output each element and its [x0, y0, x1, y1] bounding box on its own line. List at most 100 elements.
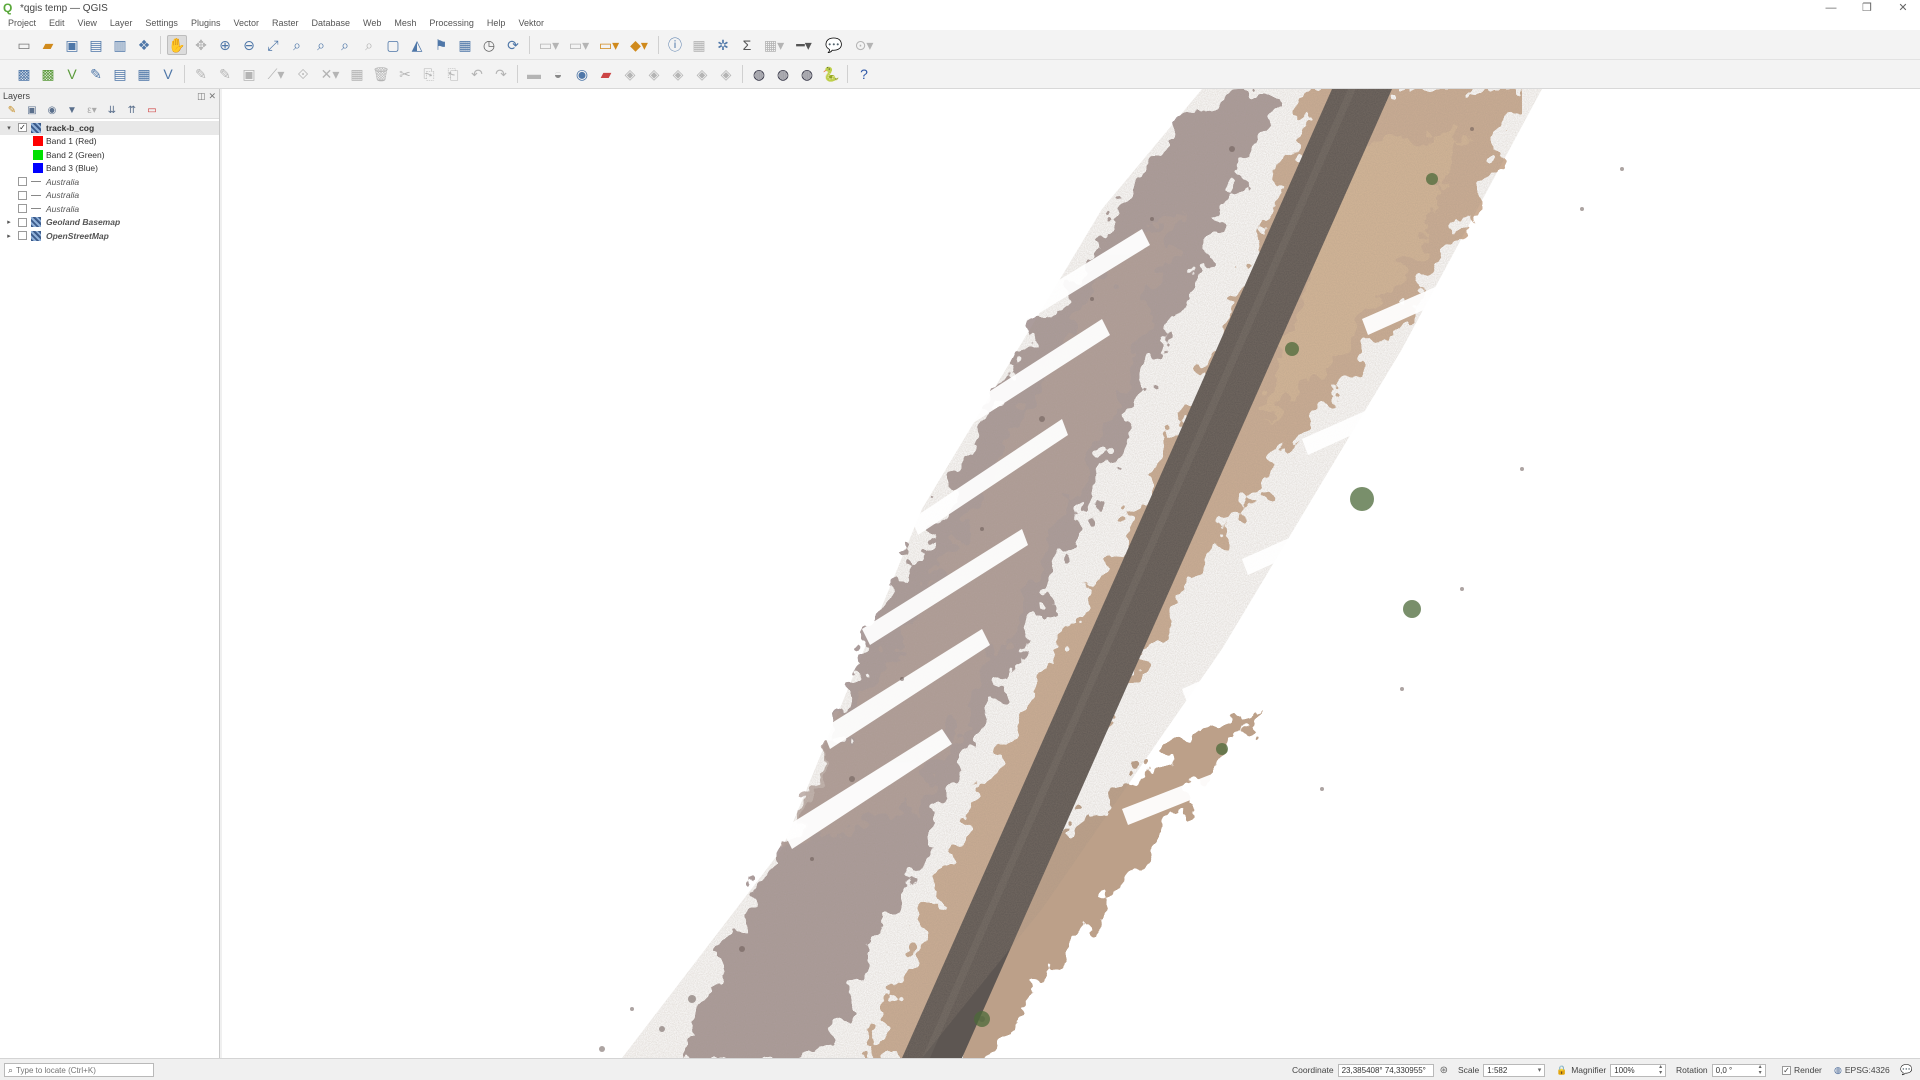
rotate-label-icon[interactable]: ◈: [644, 64, 664, 84]
refresh-icon[interactable]: ⟳: [503, 35, 523, 55]
minimize-button[interactable]: —: [1814, 0, 1848, 16]
restore-button[interactable]: ❐: [1850, 0, 1884, 16]
layer-visibility-checkbox[interactable]: [18, 217, 27, 227]
zoom-to-selection-icon[interactable]: ⌕: [287, 35, 307, 55]
menu-web[interactable]: Web: [363, 18, 381, 28]
current-edits-icon[interactable]: ✎: [191, 64, 211, 84]
change-label-icon[interactable]: ◈: [668, 64, 688, 84]
coordinate-field[interactable]: 23,385408° 74,330955°: [1337, 1063, 1434, 1077]
layer-item-australia[interactable]: Australia: [0, 202, 219, 216]
label-toolbar-icon[interactable]: ▬: [524, 64, 544, 84]
paste-features-icon[interactable]: ⎗: [443, 64, 463, 84]
menu-settings[interactable]: Settings: [145, 18, 178, 28]
data-source-manager-icon[interactable]: ▩: [14, 64, 34, 84]
menu-plugins[interactable]: Plugins: [191, 18, 221, 28]
spin-arrows-icon[interactable]: ▴ ▾: [1659, 1064, 1662, 1076]
new-project-icon[interactable]: ▭: [14, 35, 34, 55]
menu-database[interactable]: Database: [312, 18, 351, 28]
menu-vektor[interactable]: Vektor: [518, 18, 544, 28]
add-group-icon[interactable]: ▣: [26, 105, 38, 116]
layer-visibility-checkbox[interactable]: ✓: [18, 123, 27, 133]
menu-view[interactable]: View: [78, 18, 97, 28]
save-project-icon[interactable]: ▣: [62, 35, 82, 55]
copy-features-icon[interactable]: ⎘: [419, 64, 439, 84]
filter-legend-icon[interactable]: ▼: [66, 105, 78, 116]
layer-visibility-checkbox[interactable]: [18, 231, 27, 241]
toolbox-icon[interactable]: ✲: [713, 35, 733, 55]
search-qms-icon[interactable]: ◍: [773, 64, 793, 84]
collapse-all-icon[interactable]: ⇈: [126, 105, 138, 116]
layer-item-geoland-basemap[interactable]: ▸ Geoland Basemap: [0, 216, 219, 230]
identify-features-dropdown-icon[interactable]: ▭▾: [536, 35, 562, 55]
toggle-extents-icon[interactable]: ⊛: [1440, 1065, 1448, 1076]
digitize-dropdown-icon[interactable]: ⟋▾: [263, 64, 289, 84]
menu-help[interactable]: Help: [487, 18, 506, 28]
deselect-dropdown-icon[interactable]: ◆▾: [626, 35, 652, 55]
lock-scale-icon[interactable]: 🔒: [1556, 1065, 1567, 1076]
zoom-full-icon[interactable]: ⤢: [263, 35, 283, 55]
layer-labeling-icon[interactable]: ◒: [548, 64, 568, 84]
new-map-view-icon[interactable]: ▢: [383, 35, 403, 55]
identify-icon[interactable]: ⓘ: [665, 35, 685, 55]
layer-visibility-checkbox[interactable]: [18, 204, 27, 214]
float-panel-icon[interactable]: ◫: [197, 91, 206, 101]
add-vector-layer-icon[interactable]: V: [158, 64, 178, 84]
menu-mesh[interactable]: Mesh: [394, 18, 416, 28]
vertex-tool-icon[interactable]: ⟐: [293, 64, 313, 84]
decoration-dropdown-icon[interactable]: ⊙▾: [851, 35, 877, 55]
expand-all-icon[interactable]: ⇊: [106, 105, 118, 116]
redo-icon[interactable]: ↷: [491, 64, 511, 84]
quickmapservices-icon[interactable]: ◍: [749, 64, 769, 84]
filter-by-expression-icon[interactable]: ε▾: [86, 105, 98, 116]
new-shapefile-layer-icon[interactable]: V: [62, 64, 82, 84]
show-hide-labels-icon[interactable]: ◈: [692, 64, 712, 84]
attribute-table-icon[interactable]: ▦: [689, 35, 709, 55]
spin-arrows-icon[interactable]: ▴ ▾: [1759, 1064, 1762, 1076]
new-print-layout-icon[interactable]: ▤: [86, 35, 106, 55]
locator-bar[interactable]: ⌕: [4, 1063, 154, 1077]
menu-raster[interactable]: Raster: [272, 18, 299, 28]
layer-visibility-checkbox[interactable]: [18, 190, 27, 200]
menu-processing[interactable]: Processing: [429, 18, 474, 28]
menu-vector[interactable]: Vector: [233, 18, 259, 28]
magnifier-spinbox[interactable]: 100% ▴ ▾: [1610, 1063, 1667, 1077]
messages-icon[interactable]: 💬: [1900, 1065, 1912, 1076]
menu-edit[interactable]: Edit: [49, 18, 65, 28]
layer-item-track-b-cog[interactable]: ▾ ✓ track-b_cog: [0, 121, 219, 135]
modify-attributes-dropdown-icon[interactable]: ✕▾: [317, 64, 343, 84]
manage-map-themes-icon[interactable]: ◉: [46, 105, 58, 116]
new-virtual-layer-icon[interactable]: ▤: [110, 64, 130, 84]
add-raster-layer-icon[interactable]: ▦: [134, 64, 154, 84]
new-3d-view-icon[interactable]: ◭: [407, 35, 427, 55]
show-bookmarks-icon[interactable]: ▦: [455, 35, 475, 55]
toggle-editing-icon[interactable]: ✎: [215, 64, 235, 84]
label-properties-icon[interactable]: ◈: [716, 64, 736, 84]
cut-features-icon[interactable]: ✂: [395, 64, 415, 84]
zoom-out-icon[interactable]: ⊖: [239, 35, 259, 55]
menu-project[interactable]: Project: [8, 18, 36, 28]
remove-layer-icon[interactable]: ▭: [146, 105, 158, 116]
menu-layer[interactable]: Layer: [110, 18, 133, 28]
style-manager-icon[interactable]: ❖: [134, 35, 154, 55]
map-canvas[interactable]: [222, 89, 1920, 1058]
rotation-spinbox[interactable]: 0,0 ° ▴ ▾: [1711, 1063, 1766, 1077]
bookmark-icon[interactable]: ⚑: [431, 35, 451, 55]
measure-line-dropdown-icon[interactable]: ━▾: [791, 35, 817, 55]
save-layer-edits-icon[interactable]: ▣: [239, 64, 259, 84]
statistics-icon[interactable]: Σ: [737, 35, 757, 55]
zoom-last-icon[interactable]: ⌕: [359, 35, 379, 55]
zoom-native-icon[interactable]: ⌕: [335, 35, 355, 55]
locator-input[interactable]: [16, 1065, 147, 1075]
undo-icon[interactable]: ↶: [467, 64, 487, 84]
chevron-down-icon[interactable]: ▾: [1538, 1066, 1542, 1074]
layer-item-australia[interactable]: Australia: [0, 189, 219, 203]
zoom-to-layer-icon[interactable]: ⌕: [311, 35, 331, 55]
expand-icon[interactable]: ▸: [5, 232, 13, 240]
new-geopackage-layer-icon[interactable]: ▩: [38, 64, 58, 84]
render-checkbox[interactable]: ✓: [1782, 1065, 1791, 1075]
pan-map-icon[interactable]: ✋: [167, 34, 187, 55]
openlayers-globe-icon[interactable]: ◍: [797, 64, 817, 84]
close-button[interactable]: ✕: [1886, 0, 1920, 16]
select-features-dropdown-icon[interactable]: ▭▾: [566, 35, 592, 55]
open-field-calculator-dropdown-icon[interactable]: ▦▾: [761, 35, 787, 55]
